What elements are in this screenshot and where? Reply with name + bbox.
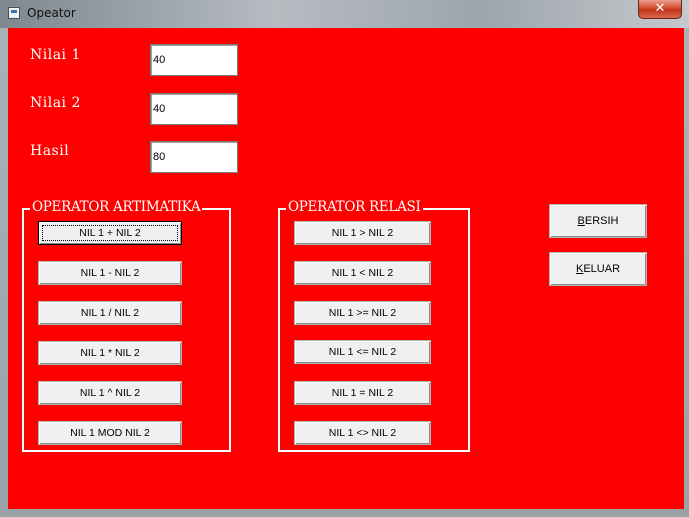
hasil-label: Hasil — [30, 143, 70, 159]
nilai1-input[interactable] — [150, 44, 238, 76]
nilai1-label: Nilai 1 — [30, 47, 81, 63]
form-client-area: Nilai 1 Nilai 2 Hasil OPERATOR ARTIMATIK… — [8, 28, 684, 509]
less-equal-button[interactable]: NIL 1 <= NIL 2 — [294, 340, 431, 364]
not-equal-button[interactable]: NIL 1 <> NIL 2 — [294, 421, 431, 445]
keluar-label-rest: ELUAR — [583, 263, 621, 275]
add-button[interactable]: NIL 1 + NIL 2 — [38, 221, 182, 245]
title-bar[interactable]: Opeator ✕ — [0, 0, 689, 28]
bersih-label-rest: ERSIH — [584, 215, 619, 227]
app-window: Opeator ✕ Nilai 1 Nilai 2 Hasil OPERATOR… — [0, 0, 689, 517]
close-button[interactable]: ✕ — [638, 0, 682, 19]
bersih-access-key: B — [577, 215, 585, 227]
arithmetic-frame-title: OPERATOR ARTIMATIKA — [30, 199, 203, 215]
relational-frame-title: OPERATOR RELASI — [286, 199, 423, 215]
mod-button[interactable]: NIL 1 MOD NIL 2 — [38, 421, 182, 445]
hasil-input[interactable] — [150, 141, 238, 173]
keluar-button[interactable]: KELUAR — [549, 252, 647, 286]
power-button[interactable]: NIL 1 ^ NIL 2 — [38, 381, 182, 405]
greater-than-button[interactable]: NIL 1 > NIL 2 — [294, 221, 431, 245]
close-icon: ✕ — [654, 1, 666, 16]
less-than-button[interactable]: NIL 1 < NIL 2 — [294, 261, 431, 285]
window-title: Opeator — [27, 6, 76, 20]
divide-button[interactable]: NIL 1 / NIL 2 — [38, 301, 182, 325]
app-form-icon — [8, 7, 20, 19]
nilai2-label: Nilai 2 — [30, 95, 81, 111]
greater-equal-button[interactable]: NIL 1 >= NIL 2 — [294, 301, 431, 325]
multiply-button[interactable]: NIL 1 * NIL 2 — [38, 341, 182, 365]
equal-button[interactable]: NIL 1 = NIL 2 — [294, 381, 431, 405]
bersih-button[interactable]: BERSIH — [549, 204, 647, 238]
subtract-button[interactable]: NIL 1 - NIL 2 — [38, 261, 182, 285]
nilai2-input[interactable] — [150, 93, 238, 125]
